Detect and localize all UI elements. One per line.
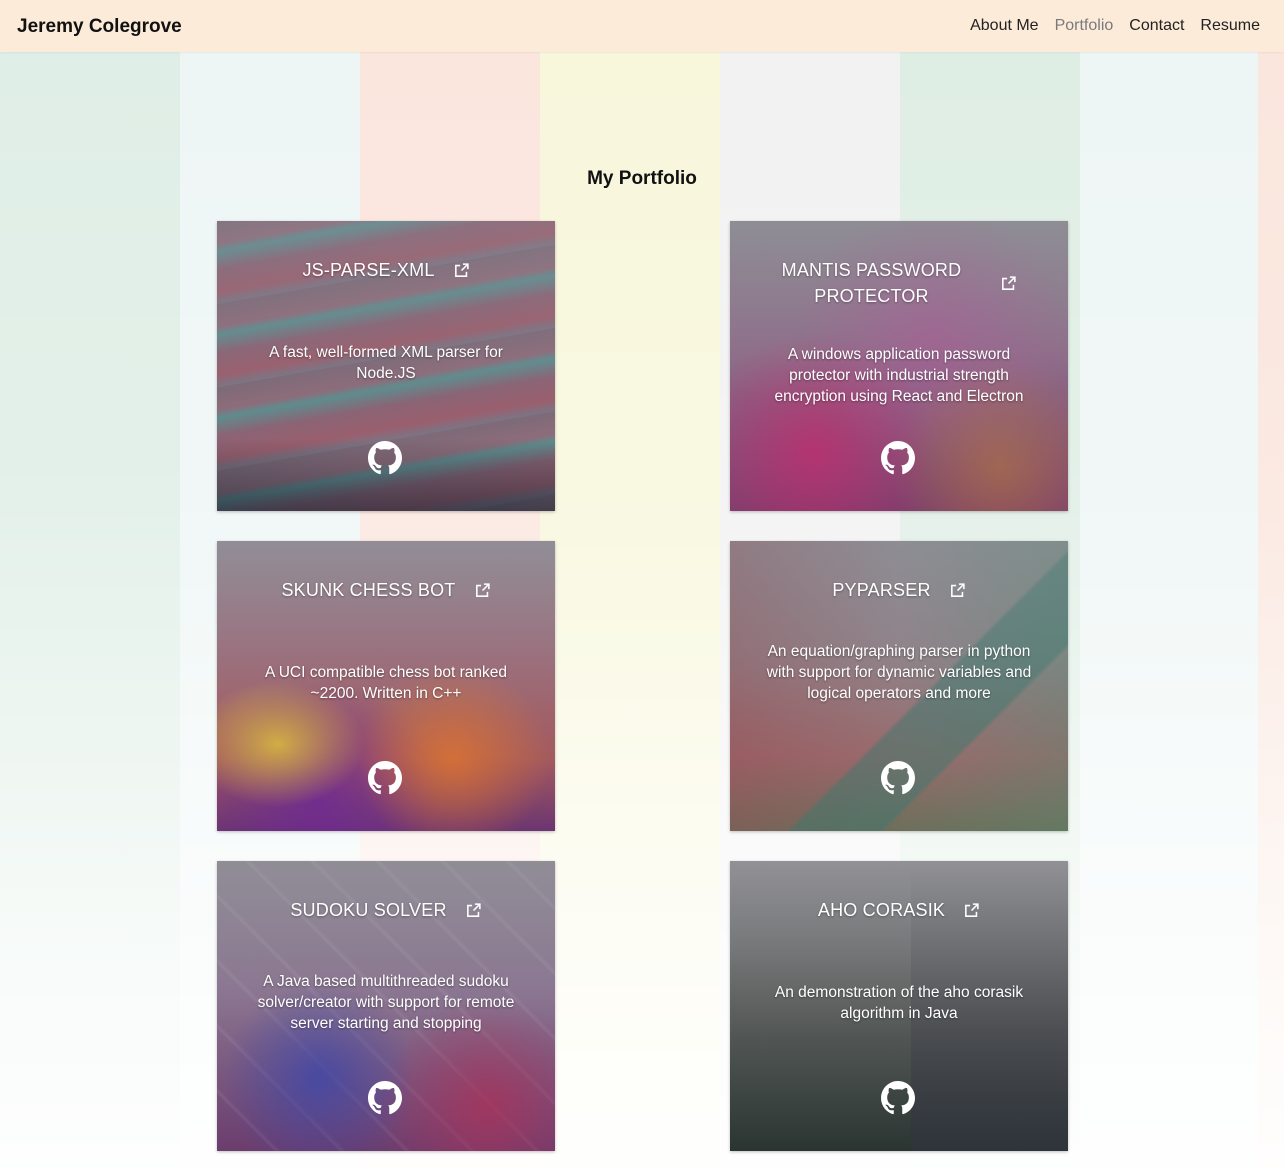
project-title: SUDOKU SOLVER xyxy=(290,900,447,920)
github-icon[interactable] xyxy=(368,1081,402,1115)
github-icon[interactable] xyxy=(368,761,402,795)
external-link-icon[interactable] xyxy=(453,262,470,279)
project-title: SKUNK CHESS BOT xyxy=(281,580,456,600)
nav-links: About Me Portfolio Contact Resume xyxy=(970,17,1260,35)
nav-link-about-me[interactable]: About Me xyxy=(970,17,1038,35)
project-description: A windows application password protector… xyxy=(774,346,1024,405)
project-card-pyparser: PYPARSER An equation/graphing parser in … xyxy=(730,541,1068,831)
navbar: Jeremy Colegrove About Me Portfolio Cont… xyxy=(0,0,1284,52)
project-card-aho-corasik: AHO CORASIK An demonstration of the aho … xyxy=(730,861,1068,1151)
nav-link-portfolio[interactable]: Portfolio xyxy=(1055,17,1114,35)
card-header: SKUNK CHESS BOT xyxy=(281,577,490,603)
project-description: An equation/graphing parser in python wi… xyxy=(766,643,1032,702)
project-title: MANTIS PASSWORD PROTECTOR xyxy=(781,260,962,306)
external-link-icon[interactable] xyxy=(465,902,482,919)
project-card-js-parse-xml: JS-PARSE-XML A fast, well-formed XML par… xyxy=(217,221,555,511)
github-icon[interactable] xyxy=(881,761,915,795)
project-description: A Java based multithreaded sudoku solver… xyxy=(257,973,515,1032)
github-icon[interactable] xyxy=(881,1081,915,1115)
github-icon[interactable] xyxy=(368,441,402,475)
external-link-icon[interactable] xyxy=(949,582,966,599)
project-card-mantis-password-protector: MANTIS PASSWORD PROTECTOR A windows appl… xyxy=(730,221,1068,511)
external-link-icon[interactable] xyxy=(474,582,491,599)
background-fade xyxy=(0,52,1284,1168)
project-description: A fast, well-formed XML parser for Node.… xyxy=(269,344,503,382)
project-description: A UCI compatible chess bot ranked ~2200.… xyxy=(264,664,508,702)
card-header: AHO CORASIK xyxy=(818,897,980,923)
project-title: AHO CORASIK xyxy=(817,900,946,920)
nav-link-contact[interactable]: Contact xyxy=(1129,17,1184,35)
page-title: My Portfolio xyxy=(587,168,697,189)
card-header: MANTIS PASSWORD PROTECTOR xyxy=(782,257,1017,309)
project-title: PYPARSER xyxy=(832,580,931,600)
external-link-icon[interactable] xyxy=(963,902,980,919)
card-header: JS-PARSE-XML xyxy=(302,257,469,283)
github-icon[interactable] xyxy=(881,441,915,475)
project-card-skunk-chess-bot: SKUNK CHESS BOT A UCI compatible chess b… xyxy=(217,541,555,831)
nav-link-resume[interactable]: Resume xyxy=(1200,17,1260,35)
project-title: JS-PARSE-XML xyxy=(302,260,435,280)
card-header: PYPARSER xyxy=(832,577,965,603)
card-header: SUDOKU SOLVER xyxy=(290,897,481,923)
project-description: An demonstration of the aho corasik algo… xyxy=(774,984,1024,1022)
brand-name[interactable]: Jeremy Colegrove xyxy=(17,16,182,38)
external-link-icon[interactable] xyxy=(1000,275,1017,292)
project-card-sudoku-solver: SUDOKU SOLVER A Java based multithreaded… xyxy=(217,861,555,1151)
